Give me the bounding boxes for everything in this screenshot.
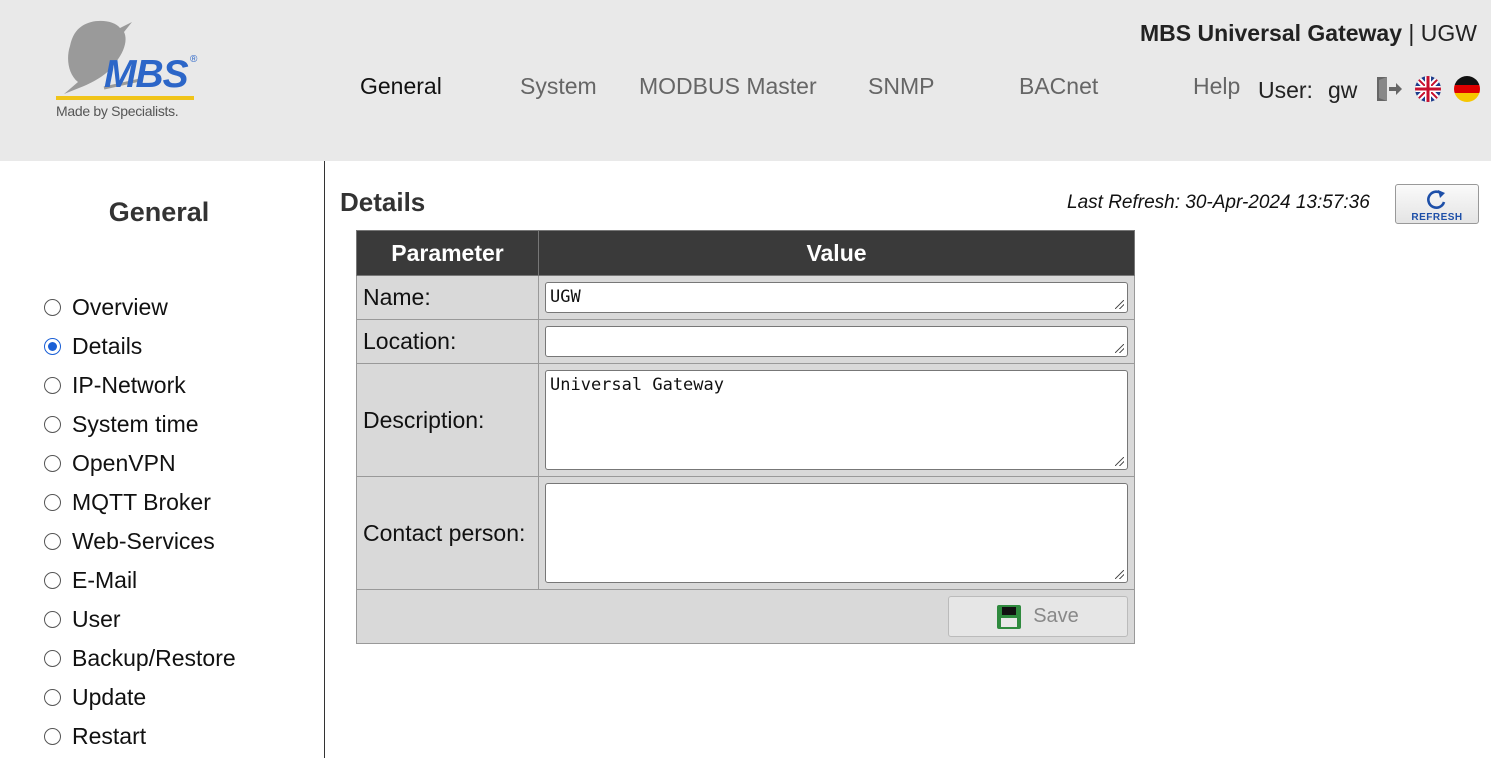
location-input[interactable] (545, 326, 1128, 357)
nav-modbus-master[interactable]: MODBUS Master (639, 73, 817, 100)
nav-system[interactable]: System (520, 73, 597, 100)
sidebar-item-label: Web-Services (72, 528, 215, 554)
radio-icon[interactable] (44, 533, 61, 550)
footer-cell: Save (356, 589, 1135, 644)
table-footer-row: Save (356, 589, 1135, 644)
radio-icon[interactable] (44, 728, 61, 745)
sidebar-title: General (108, 197, 210, 227)
sidebar-item-label: IP-Network (72, 372, 186, 398)
radio-icon[interactable] (44, 572, 61, 589)
sidebar-item-label: Restart (72, 723, 147, 749)
radio-checked-icon[interactable] (44, 338, 61, 355)
details-table: Parameter Value Name: UGW Location: Desc… (356, 230, 1135, 644)
sidebar-item-ip-network[interactable]: IP-Network (44, 366, 236, 405)
sidebar-item-label: Overview (72, 294, 168, 320)
nav-bacnet[interactable]: BACnet (1019, 73, 1098, 100)
radio-icon[interactable] (44, 650, 61, 667)
column-header-value: Value (538, 230, 1135, 276)
floppy-disk-icon (997, 604, 1022, 629)
sidebar-item-label: OpenVPN (72, 450, 176, 476)
value-cell (538, 319, 1135, 364)
save-button-label: Save (1033, 605, 1079, 627)
radio-icon[interactable] (44, 416, 61, 433)
sidebar-menu: Overview Details IP-Network System time … (44, 288, 236, 756)
sidebar-item-restart[interactable]: Restart (44, 717, 236, 756)
sidebar-item-label: MQTT Broker (72, 489, 211, 515)
mbs-logo[interactable]: MBS ® Made by Specialists. (54, 18, 214, 128)
refresh-icon (1427, 190, 1446, 209)
sidebar-item-backup-restore[interactable]: Backup/Restore (44, 639, 236, 678)
header-bar: MBS ® Made by Specialists. MBS Universal… (0, 0, 1491, 161)
save-button[interactable]: Save (948, 596, 1128, 637)
sidebar-item-system-time[interactable]: System time (44, 405, 236, 444)
sidebar-item-label: System time (72, 411, 199, 437)
product-name: MBS Universal Gateway (1139, 20, 1403, 46)
last-refresh-timestamp: Last Refresh: 30-Apr-2024 13:57:36 (1067, 192, 1370, 213)
radio-icon[interactable] (44, 377, 61, 394)
radio-icon[interactable] (44, 299, 61, 316)
sidebar-item-label: Backup/Restore (72, 645, 236, 671)
product-short: UGW (1420, 20, 1477, 46)
sidebar-item-label: Details (72, 333, 143, 359)
table-row: Name: UGW (356, 275, 1135, 320)
name-input[interactable]: UGW (545, 282, 1128, 313)
sidebar-item-overview[interactable]: Overview (44, 288, 236, 327)
sidebar: General Overview Details IP-Network Syst… (0, 161, 325, 758)
value-cell (538, 476, 1135, 590)
sidebar-item-label: E-Mail (72, 567, 138, 593)
logo-tagline: Made by Specialists. (56, 103, 179, 119)
table-header-row: Parameter Value (356, 230, 1135, 276)
refresh-button-label: REFRESH (1411, 212, 1463, 223)
table-row: Contact person: (356, 476, 1135, 590)
nav-general[interactable]: General (360, 73, 442, 100)
radio-icon[interactable] (44, 494, 61, 511)
param-label-description: Description: (356, 363, 539, 477)
param-label-contact-person: Contact person: (356, 476, 539, 590)
sidebar-item-update[interactable]: Update (44, 678, 236, 717)
table-row: Location: (356, 319, 1135, 364)
logo-brand: MBS (104, 53, 189, 96)
nav-help[interactable]: Help (1193, 73, 1240, 100)
user-label: User: (1258, 77, 1313, 103)
logo-registered: ® (190, 54, 198, 65)
logout-icon[interactable] (1374, 74, 1404, 104)
product-separator: | (1402, 20, 1421, 46)
value-cell: UGW (538, 275, 1135, 320)
product-title: MBS Universal Gateway | UGW (1140, 20, 1477, 47)
sidebar-item-web-services[interactable]: Web-Services (44, 522, 236, 561)
logo-underline (56, 96, 194, 100)
sidebar-item-user[interactable]: User (44, 600, 236, 639)
sidebar-item-email[interactable]: E-Mail (44, 561, 236, 600)
param-label-name: Name: (356, 275, 539, 320)
user-name: gw (1328, 77, 1358, 103)
value-cell: Universal Gateway (538, 363, 1135, 477)
radio-icon[interactable] (44, 611, 61, 628)
sidebar-item-label: Update (72, 684, 147, 710)
description-textarea[interactable]: Universal Gateway (545, 370, 1128, 470)
sidebar-item-openvpn[interactable]: OpenVPN (44, 444, 236, 483)
param-label-location: Location: (356, 319, 539, 364)
column-header-parameter: Parameter (356, 230, 539, 276)
flag-uk-icon[interactable] (1415, 76, 1441, 102)
sidebar-item-mqtt-broker[interactable]: MQTT Broker (44, 483, 236, 522)
sidebar-item-details[interactable]: Details (44, 327, 236, 366)
contact-person-textarea[interactable] (545, 483, 1128, 583)
refresh-button[interactable]: REFRESH (1395, 184, 1479, 224)
sidebar-item-label: User (72, 606, 121, 632)
table-row: Description: Universal Gateway (356, 363, 1135, 477)
radio-icon[interactable] (44, 689, 61, 706)
nav-snmp[interactable]: SNMP (868, 73, 934, 100)
radio-icon[interactable] (44, 455, 61, 472)
flag-de-icon[interactable] (1454, 76, 1480, 102)
page-title: Details (340, 187, 426, 217)
